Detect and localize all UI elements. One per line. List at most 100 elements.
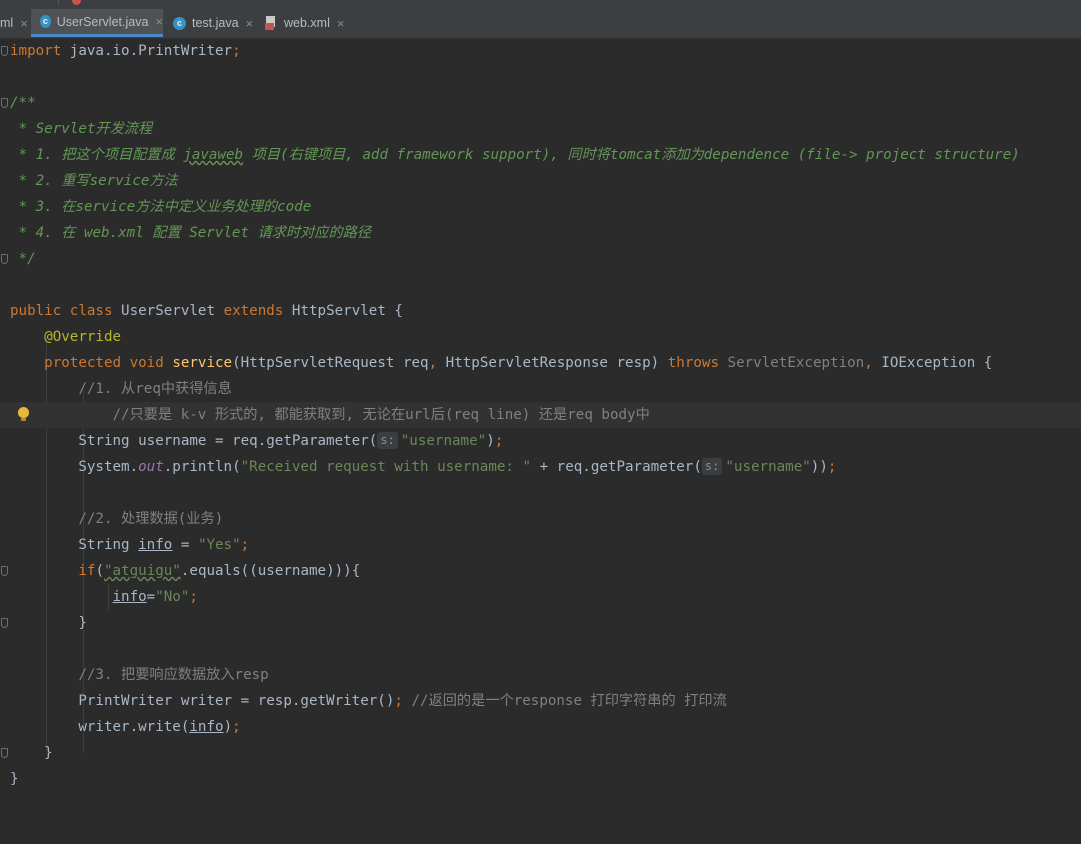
line-comment: //3. 把要响应数据放入resp [78,667,269,683]
line-comment: //2. 处理数据(业务) [78,511,224,527]
close-icon[interactable]: × [155,14,163,29]
code-text: writer.write( [78,719,190,735]
tab-userservlet[interactable]: c UserServlet.java × [31,9,163,37]
fold-icon[interactable] [1,748,8,758]
code-line-12[interactable]: @Override [0,324,1081,350]
doc-comment: * Servlet开发流程 [10,121,153,137]
closing-brace: } [78,615,87,631]
code-line-6[interactable]: * 2. 重写service方法 [0,168,1081,194]
code-text: = [172,537,198,553]
code-line-17[interactable]: System.out.println("Received request wit… [0,454,1081,480]
code-line-9[interactable]: */ [0,246,1081,272]
code-line-19[interactable]: //2. 处理数据(业务) [0,506,1081,532]
semicolon: ; [394,693,403,709]
string-literal: "Yes" [197,537,241,553]
keyword: class [69,303,113,319]
annotation: @Override [44,329,122,345]
doc-comment: * 2. 重写service方法 [10,173,178,189]
doc-comment: */ [10,251,36,267]
code-text: .println( [163,459,241,475]
variable: info [189,719,224,735]
semicolon: ; [240,537,250,553]
code-line-16[interactable]: String username = req.getParameter(s: "us… [0,428,1081,454]
fold-icon[interactable] [1,566,8,576]
java-class-icon: c [173,16,186,30]
code-text: String username = req.getParameter( [78,433,378,449]
line-comment: //只要是 k-v 形式的, 都能获取到, 无论在url后(req line) … [78,407,650,423]
fold-icon[interactable] [1,98,8,108]
code-line-27[interactable]: writer.write(info); [0,714,1081,740]
code-line-25[interactable]: //3. 把要响应数据放入resp [0,662,1081,688]
keyword: throws [667,355,719,371]
variable: info [112,589,147,605]
string-literal: "username" [725,459,811,475]
close-icon[interactable]: × [337,16,345,31]
code-line-3[interactable]: /** [0,90,1081,116]
code-line-22[interactable]: info="No"; [0,584,1081,610]
code-text: String [78,537,139,553]
semicolon: ; [232,719,241,735]
variable: info [138,537,173,553]
keyword: public [10,303,62,319]
tab-xml-file[interactable]: ml × [0,9,30,37]
code-line-21[interactable]: if("atguigu".equals((username))){ [0,558,1081,584]
separator [58,0,59,6]
doc-comment-typo: javaweb [183,147,244,163]
static-field: out [138,459,164,475]
doc-comment: * 3. 在service方法中定义业务处理的code [10,199,312,215]
code-text: ( [95,563,104,579]
code-line-15-current[interactable]: //只要是 k-v 形式的, 都能获取到, 无论在url后(req line) … [0,402,1081,428]
semicolon: ; [232,43,241,59]
keyword: import [10,43,62,59]
string-literal: "Received request with username: " [240,459,532,475]
closing-brace: } [44,745,53,761]
parameters: (HttpServletRequest req [232,355,429,371]
string-literal: "username" [400,433,487,449]
fold-icon[interactable] [1,254,8,264]
tool-strip [0,0,1081,7]
method-name: service [172,355,233,371]
keyword: protected [44,355,122,371]
fold-icon[interactable] [1,618,8,628]
tab-label: web.xml [284,16,330,30]
line-comment: //1. 从req中获得信息 [78,381,232,397]
code-line-5[interactable]: * 1. 把这个项目配置成 javaweb 项目(右键项目, add frame… [0,142,1081,168]
fold-icon[interactable] [1,46,8,56]
code-line-26[interactable]: PrintWriter writer = resp.getWriter(); /… [0,688,1081,714]
code-line-7[interactable]: * 3. 在service方法中定义业务处理的code [0,194,1081,220]
comma: , [864,355,873,371]
keyword: extends [223,303,284,319]
xml-file-icon [265,16,278,30]
tab-label: ml [0,16,14,30]
string-literal: "atguigu" [103,563,181,579]
tab-label: UserServlet.java [56,14,149,29]
doc-comment: * 4. 在 web.xml 配置 Servlet 请求时对应的路径 [10,225,372,241]
parameter-hint: s: [701,458,723,475]
tab-test-java[interactable]: c test.java × [163,9,255,37]
exception-type: ServletException [719,355,865,371]
code-text: .equals((username))){ [180,563,361,579]
code-text: ) [223,719,233,735]
closing-brace: } [10,771,19,787]
tab-web-xml[interactable]: web.xml × [255,9,355,37]
close-icon[interactable]: × [20,16,28,31]
doc-comment: /** [10,95,36,111]
code-line-1[interactable]: import java.io.PrintWriter; [0,38,1081,64]
code-line-8[interactable]: * 4. 在 web.xml 配置 Servlet 请求时对应的路径 [0,220,1081,246]
code-line-23[interactable]: } [0,610,1081,636]
code-line-4[interactable]: * Servlet开发流程 [0,116,1081,142]
code-line-14[interactable]: //1. 从req中获得信息 [0,376,1081,402]
semicolon: ; [189,589,198,605]
close-icon[interactable]: × [246,16,254,31]
keyword: void [129,355,164,371]
code-line-13[interactable]: protected void service(HttpServletReques… [0,350,1081,376]
code-line-29[interactable]: } [0,766,1081,792]
code-line-28[interactable]: } [0,740,1081,766]
class-name: UserServlet [112,303,224,319]
code-editor[interactable]: import java.io.PrintWriter; /** * Servle… [0,38,1081,815]
code-line-11[interactable]: public class UserServlet extends HttpSer… [0,298,1081,324]
parameter-hint: s: [377,432,398,449]
code-line-20[interactable]: String info = "Yes"; [0,532,1081,558]
code-text: ) [486,433,495,449]
doc-comment: 项目(右键项目, add framework support), 同时将tomc… [243,147,1020,163]
